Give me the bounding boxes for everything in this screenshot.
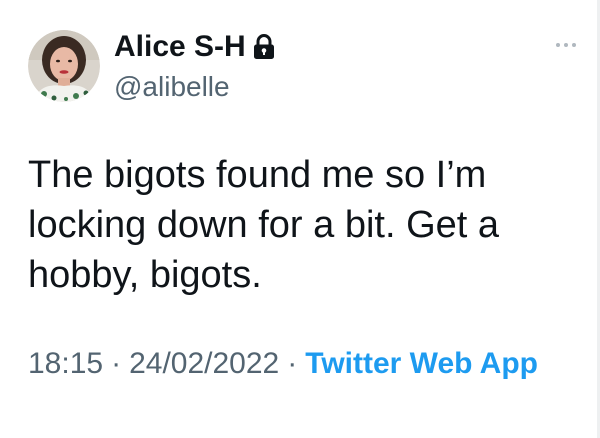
user-name-row: Alice S-H — [114, 29, 276, 65]
avatar-image — [28, 30, 100, 102]
tweet-card: Alice S-H @alibelle The bigots found me … — [0, 0, 600, 438]
tweet-date[interactable]: 24/02/2022 — [129, 347, 279, 380]
tweet-text: The bigots found me so I’m locking down … — [28, 154, 500, 296]
tweet-time[interactable]: 18:15 — [28, 347, 103, 380]
lock-icon — [252, 34, 276, 60]
more-options-icon[interactable] — [552, 38, 580, 52]
avatar[interactable] — [28, 30, 100, 102]
meta-separator: · — [287, 347, 298, 380]
tweet-source-link[interactable]: Twitter Web App — [305, 347, 538, 380]
meta-separator: · — [111, 347, 122, 380]
display-name[interactable]: Alice S-H — [114, 29, 246, 65]
tweet-meta: 18:15 · 24/02/2022 · Twitter Web App — [28, 342, 583, 386]
user-handle[interactable]: @alibelle — [114, 70, 230, 104]
